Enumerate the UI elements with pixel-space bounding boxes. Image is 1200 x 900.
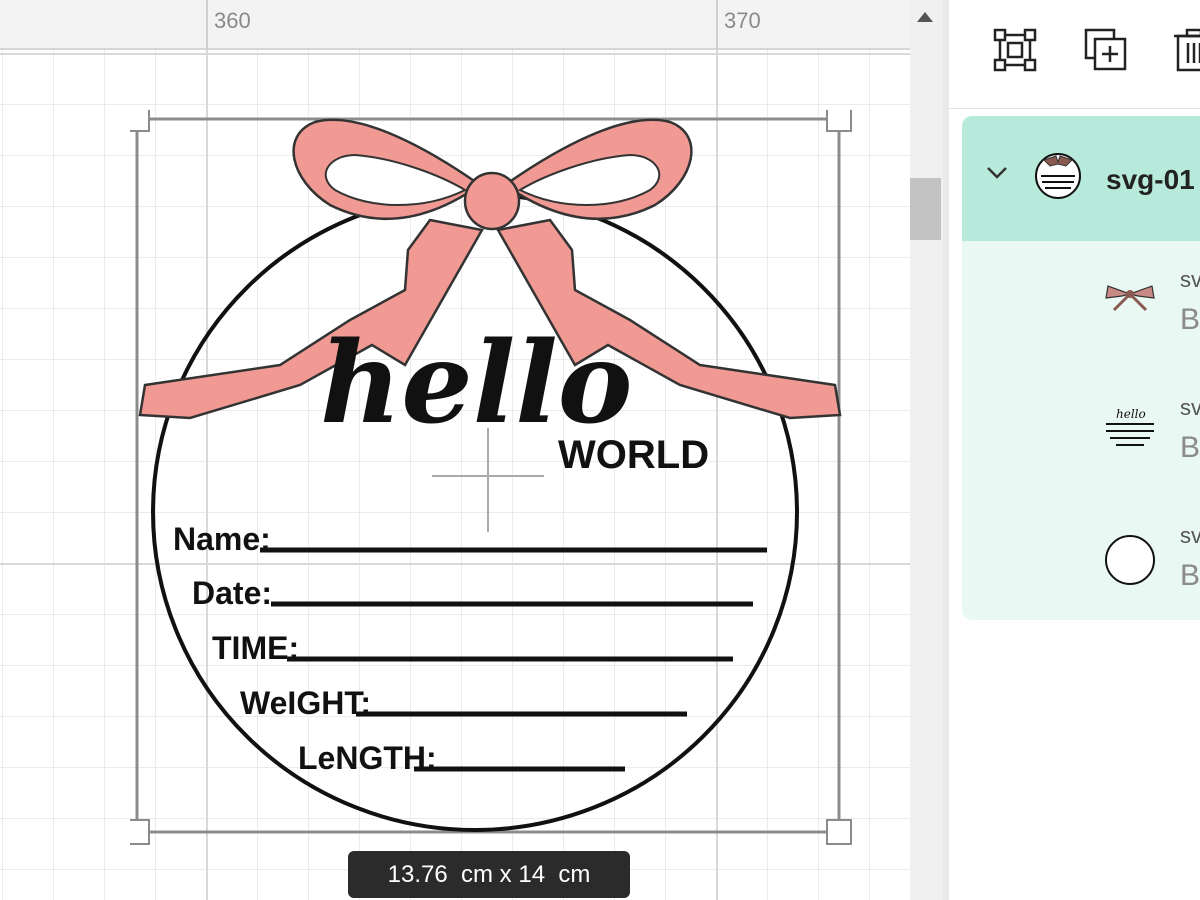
layer-item[interactable]: svg Ba xyxy=(962,251,1200,371)
chevron-down-icon[interactable] xyxy=(986,166,1008,180)
layer-name: svg xyxy=(1180,523,1200,548)
layers-panel: svg-01 svg Ba hello svg Ba xyxy=(949,0,1200,900)
bow-icon xyxy=(1105,285,1155,312)
design-canvas[interactable]: 360 370 hello WORLD Name: Date: TIME: We… xyxy=(0,0,910,900)
hello-text: hello xyxy=(320,318,632,449)
field-label-weight: WeIGHT: xyxy=(240,685,371,721)
layer-subtitle: Ba xyxy=(1180,431,1200,464)
ruler-tick xyxy=(206,0,208,50)
duplicate-icon[interactable] xyxy=(1083,27,1129,73)
layer-item[interactable]: hello svg Ba xyxy=(962,379,1200,499)
field-label-time: TIME: xyxy=(212,630,299,666)
group-icon[interactable] xyxy=(992,27,1038,73)
svg-text:hello: hello xyxy=(1116,407,1146,421)
scroll-thumb[interactable] xyxy=(910,178,941,240)
world-text: WORLD xyxy=(558,433,709,477)
dimension-tooltip: 13.76 cm x 14 cm xyxy=(348,851,630,898)
layer-name: svg xyxy=(1180,395,1200,420)
circle-icon xyxy=(1105,535,1155,585)
horizontal-ruler: 360 370 xyxy=(0,0,910,50)
resize-handle-top-right[interactable] xyxy=(826,110,852,132)
resize-handle-bottom-right[interactable] xyxy=(826,819,852,845)
selected-design[interactable]: hello WORLD Name: Date: TIME: WeIGHT: Le… xyxy=(130,110,860,845)
ruler-tick xyxy=(716,0,718,50)
field-label-name: Name: xyxy=(173,521,271,557)
sign-circle xyxy=(151,192,799,832)
layers-toolbar xyxy=(949,0,1200,109)
field-label-date: Date: xyxy=(192,575,272,611)
layer-children: svg Ba hello svg Ba svg Ba xyxy=(962,241,1200,620)
layer-name: svg xyxy=(1180,267,1200,292)
layer-item[interactable]: svg Ba xyxy=(962,507,1200,627)
layer-group-row[interactable]: svg-01 xyxy=(962,116,1200,241)
resize-handle-top-left[interactable] xyxy=(130,110,150,132)
scroll-up-arrow-icon[interactable] xyxy=(917,12,933,22)
resize-handle-bottom-left[interactable] xyxy=(130,819,150,845)
layer-group-name: svg-01 xyxy=(1106,164,1195,195)
layer-subtitle: Ba xyxy=(1180,559,1200,592)
ruler-label-370: 370 xyxy=(724,8,761,33)
group-thumbnail-icon xyxy=(1035,153,1081,199)
layer-subtitle: Ba xyxy=(1180,303,1200,336)
lines-icon: hello xyxy=(1106,407,1154,446)
vertical-scrollbar[interactable] xyxy=(910,0,943,900)
delete-icon[interactable] xyxy=(1171,27,1200,73)
ruler-label-360: 360 xyxy=(214,8,251,33)
